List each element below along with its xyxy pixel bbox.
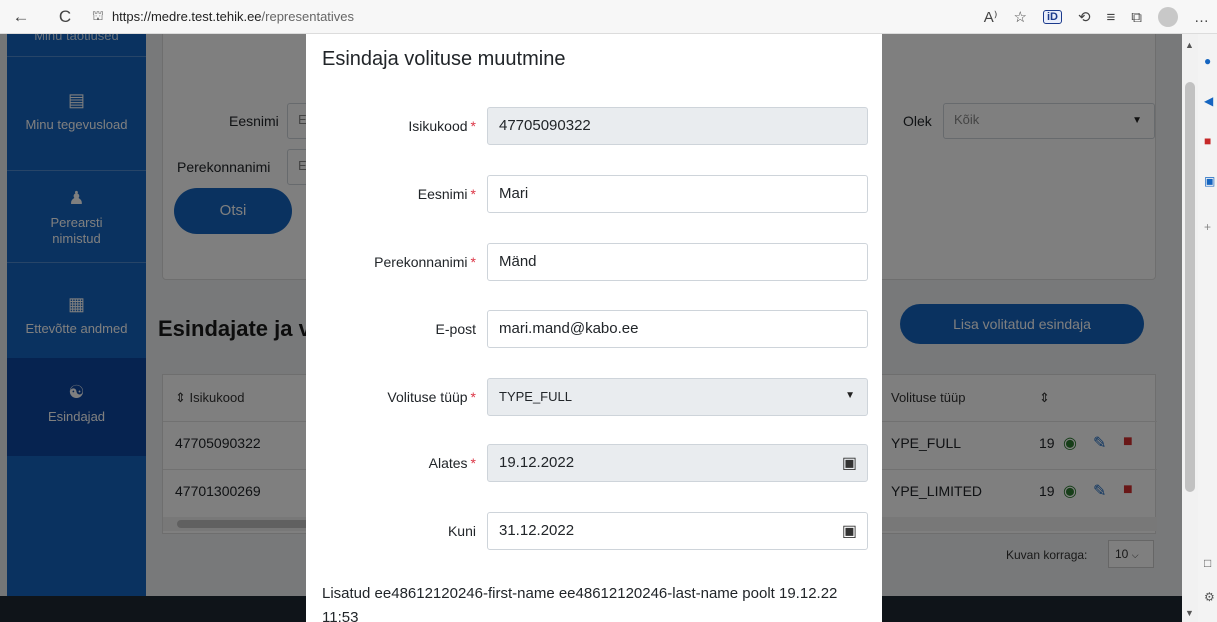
scroll-down-icon[interactable]: ▼ (1185, 608, 1194, 618)
required-marker: * (470, 118, 476, 134)
isikukood-label-text: Isikukood (408, 118, 468, 134)
kuni-value: 31.12.2022 (499, 522, 575, 539)
alates-label: Alates * (306, 455, 476, 471)
perekonnanimi-value: Mänd (499, 253, 537, 270)
kuni-date-input[interactable]: 31.12.2022 ▣ (487, 512, 868, 550)
email-field[interactable]: mari.mand@kabo.ee (487, 310, 868, 348)
id-extension-icon[interactable]: iD (1042, 10, 1062, 24)
modal-title: Esindaja volituse muutmine (322, 48, 566, 70)
eesnimi-label: Eesnimi * (306, 186, 476, 202)
url-host: https://medre.test.tehik.ee (111, 9, 262, 24)
chevron-down-icon: ▼ (845, 390, 855, 401)
email-value: mari.mand@kabo.ee (499, 320, 639, 337)
side-panel-icon[interactable]: ● (1204, 54, 1211, 68)
browser-toolbar-icons: A⁾ ☆ iD ⟲ ≡ ⧉ … (984, 0, 1209, 34)
isikukood-label: Isikukood * (306, 118, 476, 134)
volituse-tyyp-select[interactable]: TYPE_FULL ▼ (487, 378, 868, 416)
side-panel-icon[interactable]: + (1204, 220, 1211, 234)
eesnimi-value: Mari (499, 185, 529, 202)
eesnimi-label-text: Eesnimi (417, 186, 468, 202)
lock-icon[interactable]: ⛫ (92, 8, 104, 26)
required-marker: * (470, 389, 476, 405)
extensions-icon[interactable]: ⟲ (1078, 8, 1091, 26)
alates-value: 19.12.2022 (499, 454, 575, 471)
edit-representative-modal: Esindaja volituse muutmine Isikukood * 47… (306, 34, 882, 622)
calendar-icon[interactable]: ▣ (842, 453, 857, 473)
reload-icon[interactable]: C (50, 7, 80, 27)
required-marker: * (470, 455, 476, 471)
volituse-tyyp-label-text: Volituse tüüp (387, 389, 468, 405)
favorite-star-icon[interactable]: ☆ (1013, 8, 1026, 26)
calendar-icon[interactable]: ▣ (842, 521, 857, 541)
required-marker: * (470, 186, 476, 202)
browser-toolbar: ← C ⛫ https://medre.test.tehik.ee/repres… (0, 0, 1217, 34)
eesnimi-input[interactable]: Mari (487, 175, 868, 213)
side-panel-icon[interactable]: ⚙ (1204, 590, 1215, 604)
back-icon[interactable]: ← (6, 7, 36, 27)
page-vertical-scrollbar[interactable]: ▲ ▼ (1182, 34, 1198, 622)
volituse-tyyp-value: TYPE_FULL (499, 389, 572, 404)
more-menu-icon[interactable]: … (1194, 9, 1209, 26)
side-panel-icon[interactable]: □ (1204, 556, 1211, 570)
volituse-tyyp-label: Volituse tüüp * (306, 389, 476, 405)
address-bar[interactable]: https://medre.test.tehik.ee/representati… (112, 9, 354, 24)
kuni-label-text: Kuni (447, 523, 476, 539)
profile-avatar[interactable] (1158, 7, 1178, 27)
url-path: /representatives (261, 9, 355, 24)
alates-date-input[interactable]: 19.12.2022 ▣ (487, 444, 868, 482)
required-marker: * (470, 254, 476, 270)
alates-label-text: Alates (428, 455, 468, 471)
side-panel-icon[interactable]: ◀ (1204, 94, 1213, 108)
browser-side-panel: ● ◀ ■ ▣ + □ ⚙ (1198, 34, 1217, 622)
side-panel-icon[interactable]: ■ (1204, 134, 1211, 148)
side-panel-icon[interactable]: ▣ (1204, 174, 1215, 188)
epost-label: E-post (306, 321, 476, 337)
scroll-up-icon[interactable]: ▲ (1185, 40, 1194, 50)
epost-label-text: E-post (435, 321, 476, 337)
isikukood-input[interactable]: 47705090322 (487, 107, 868, 145)
read-aloud-icon[interactable]: A⁾ (984, 8, 998, 26)
perekonnanimi-label-text: Perekonnanimi (374, 254, 468, 270)
perekonnanimi-input[interactable]: Mänd (487, 243, 868, 281)
perekonnanimi-label: Perekonnanimi * (306, 254, 476, 270)
added-by-text: Lisatud ee48612120246-first-name ee48612… (322, 585, 838, 622)
kuni-label: Kuni (306, 523, 476, 539)
favorites-list-icon[interactable]: ≡ (1107, 9, 1116, 26)
collections-icon[interactable]: ⧉ (1131, 9, 1142, 26)
isikukood-value: 47705090322 (499, 117, 591, 134)
